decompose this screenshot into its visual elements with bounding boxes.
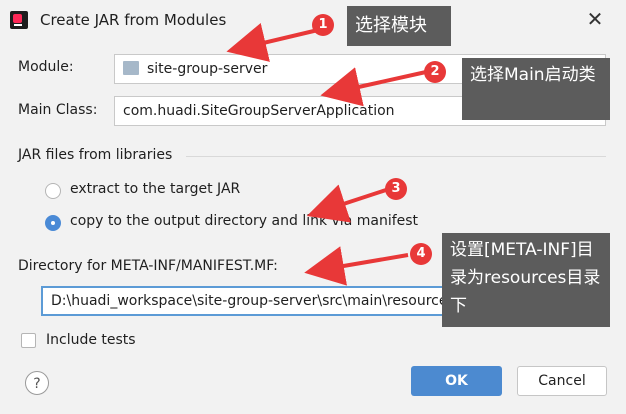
annotation-badge-1: 1 [312,14,334,36]
annotation-badge-4: 4 [410,243,432,265]
annotation-callout-2: 选择Main启动类 [462,58,610,120]
annotation-callout-1: 选择模块 [347,6,451,46]
annotation-badge-3: 3 [385,178,407,200]
arrow-3 [306,184,387,223]
arrow-4 [304,246,409,286]
arrow-2 [320,67,427,107]
annotation-badge-2: 2 [424,61,446,83]
arrow-1 [226,23,319,62]
annotation-callout-4: 设置[META-INF]目录为resources目录下 [442,233,610,327]
